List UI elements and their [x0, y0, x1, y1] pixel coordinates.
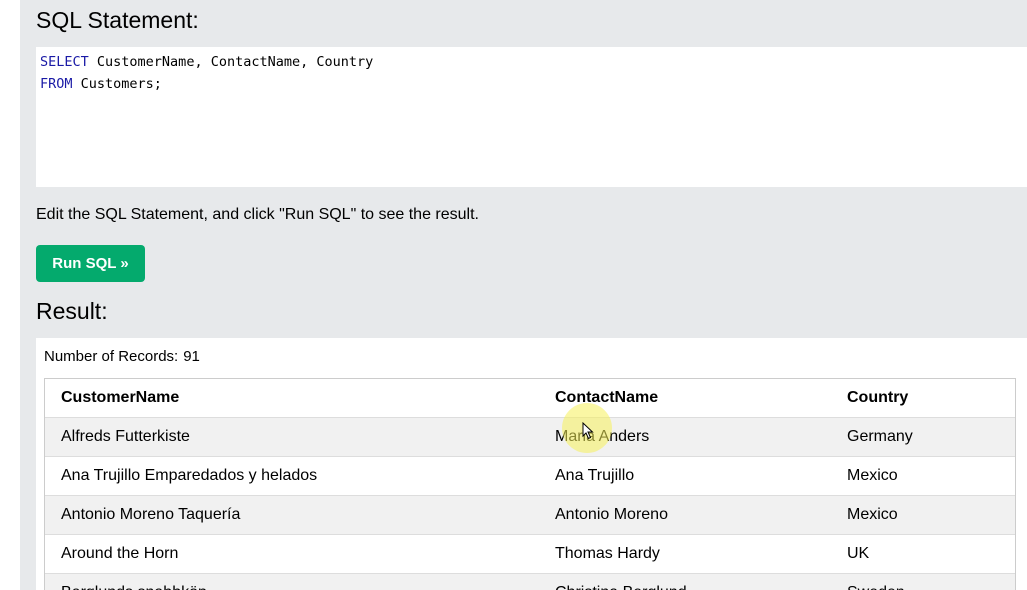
table-row: Berglunds snabbköp Christina Berglund Sw…	[45, 574, 1015, 590]
cell-country: Germany	[847, 428, 913, 445]
column-header-contactname: ContactName	[555, 389, 659, 406]
code-line-2: FROM Customers;	[40, 76, 162, 92]
cell-customername: Ana Trujillo Emparedados y helados	[61, 467, 318, 484]
run-sql-button[interactable]: Run SQL »	[36, 245, 145, 282]
table-row: Ana Trujillo Emparedados y helados Ana T…	[45, 457, 1015, 496]
record-count: Number of Records: 91	[44, 348, 200, 365]
cell-customername: Berglunds snabbköp	[61, 574, 207, 590]
table-row: Around the Horn Thomas Hardy UK	[45, 535, 1015, 574]
code-line-1-text: CustomerName, ContactName, Country	[88, 54, 374, 70]
result-panel: Number of Records: 91 CustomerName Contac…	[36, 338, 1027, 590]
cell-contactname: Thomas Hardy	[555, 545, 660, 562]
result-heading: Result:	[36, 298, 108, 324]
code-line-1: SELECT CustomerName, ContactName, Countr…	[40, 54, 373, 70]
cell-country: Mexico	[847, 506, 898, 523]
sql-keyword-from: FROM	[40, 76, 73, 92]
sql-tryit-panel: SQL Statement: SELECT CustomerName, Cont…	[20, 0, 1027, 590]
cell-contactname: Christina Berglund	[555, 574, 687, 590]
cell-contactname: Antonio Moreno	[555, 506, 668, 523]
record-count-value: 91	[183, 348, 200, 365]
cell-customername: Alfreds Futterkiste	[61, 428, 190, 445]
record-count-label: Number of Records:	[44, 348, 179, 365]
sql-statement-heading: SQL Statement:	[36, 7, 199, 33]
cell-contactname: Maria Anders	[555, 428, 650, 445]
sql-keyword-select: SELECT	[40, 54, 89, 70]
table-row: Alfreds Futterkiste Maria Anders Germany	[45, 418, 1015, 457]
column-header-customername: CustomerName	[61, 389, 180, 406]
left-margin	[0, 0, 20, 590]
cell-customername: Around the Horn	[61, 545, 179, 562]
page: SQL Statement: SELECT CustomerName, Cont…	[0, 0, 1027, 590]
cell-contactname: Ana Trujillo	[555, 467, 635, 484]
instruction-text: Edit the SQL Statement, and click "Run S…	[36, 206, 479, 223]
sql-code-editor[interactable]: SELECT CustomerName, ContactName, Countr…	[36, 47, 1027, 187]
cell-customername: Antonio Moreno Taquería	[61, 506, 241, 523]
cell-country: Sweden	[847, 574, 905, 590]
cell-country: Mexico	[847, 467, 898, 484]
result-table: CustomerName ContactName Country Alfreds…	[44, 378, 1016, 590]
column-header-country: Country	[847, 389, 909, 406]
code-line-2-text: Customers;	[72, 76, 162, 92]
cell-country: UK	[847, 545, 870, 562]
table-row: Antonio Moreno Taquería Antonio Moreno M…	[45, 496, 1015, 535]
table-header-row: CustomerName ContactName Country	[45, 379, 1015, 418]
